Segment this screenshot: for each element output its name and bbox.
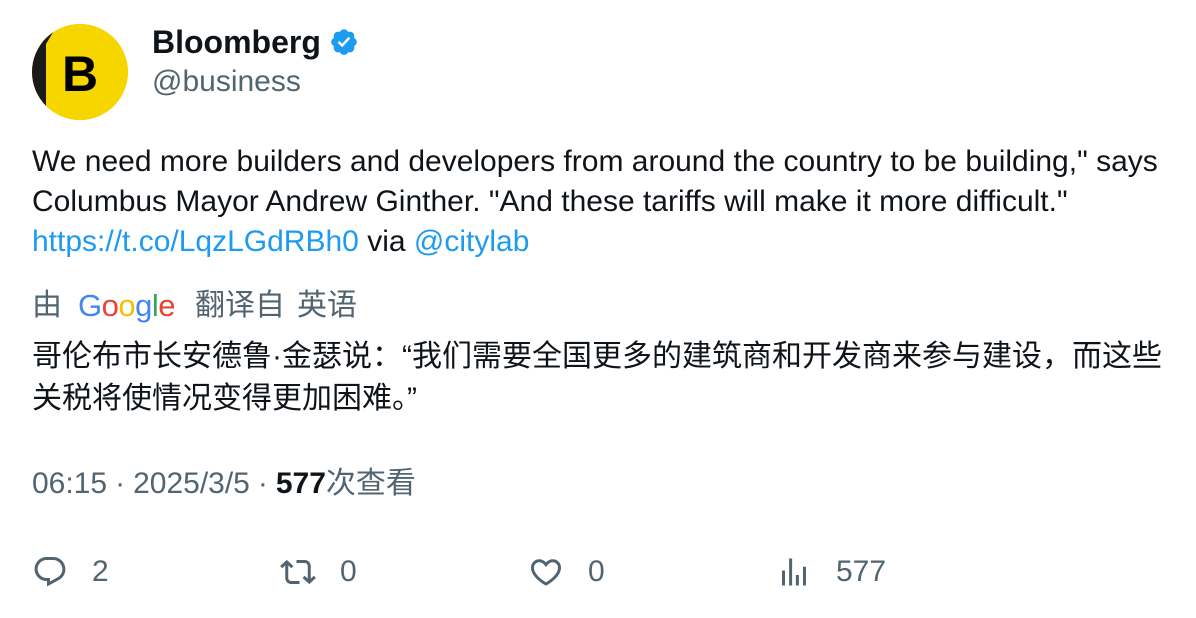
bar-chart-icon	[782, 558, 806, 586]
source-language: 英语	[297, 289, 358, 322]
tweet-body: We need more builders and developers fro…	[32, 145, 1158, 218]
translated-text: 哥伦布市长安德鲁·金瑟说：“我们需要全国更多的建筑商和开发商来参与建设，而这些关…	[32, 340, 1162, 415]
tweet-card: B Bloomberg @business We need more build…	[0, 0, 1196, 618]
bloomberg-logo-icon: B	[32, 24, 128, 120]
views-button[interactable]: 577	[776, 550, 886, 594]
translated-by-label: 由	[32, 289, 62, 322]
avatar-letter: B	[62, 46, 98, 102]
author-handle[interactable]: @business	[152, 62, 301, 102]
reply-count: 2	[92, 555, 109, 588]
action-bar: 2 0 0 577	[32, 550, 1172, 594]
views-count: 577	[275, 467, 326, 500]
tweet-meta: 06:15 · 2025/3/5 · 577 次查看	[32, 464, 416, 504]
tweet-date[interactable]: 2025/3/5	[133, 464, 250, 504]
meta-separator: ·	[115, 467, 126, 500]
tweet-text: We need more builders and developers fro…	[32, 142, 1172, 262]
retweet-icon	[280, 559, 316, 585]
via-label: via	[358, 225, 414, 258]
author-name-row: Bloomberg	[152, 22, 359, 62]
google-logo-icon: Google	[78, 288, 176, 323]
like-button[interactable]: 0	[528, 550, 605, 594]
translated-from-label: 翻译自	[195, 289, 286, 322]
reply-icon	[34, 557, 66, 587]
retweet-count: 0	[340, 555, 357, 588]
author-display-name[interactable]: Bloomberg	[152, 22, 321, 62]
verified-badge-icon	[329, 27, 359, 57]
views-action-count: 577	[836, 555, 887, 588]
mention-link[interactable]: @citylab	[414, 225, 530, 258]
views-label: 次查看	[325, 467, 416, 500]
reply-button[interactable]: 2	[32, 550, 109, 594]
like-count: 0	[588, 555, 605, 588]
avatar[interactable]: B	[32, 24, 128, 120]
heart-icon	[530, 559, 562, 586]
tweet-link[interactable]: https://t.co/LqzLGdRBh0	[32, 225, 359, 258]
tweet-time[interactable]: 06:15	[32, 464, 107, 504]
translation-attribution: 由 Google 翻译自 英语	[32, 286, 357, 326]
meta-separator: ·	[257, 467, 268, 500]
retweet-button[interactable]: 0	[280, 550, 357, 594]
